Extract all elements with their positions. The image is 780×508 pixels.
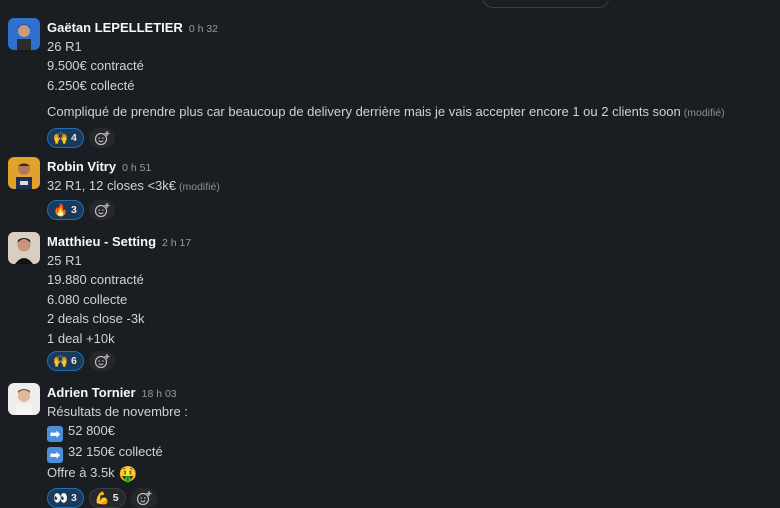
message-line: ➡ 52 800€ bbox=[47, 421, 767, 443]
message-line: 26 R1 bbox=[47, 39, 82, 54]
add-reaction-button[interactable] bbox=[88, 127, 115, 148]
message-line: Résultats de novembre : bbox=[47, 404, 188, 419]
add-reaction-button[interactable] bbox=[88, 351, 115, 372]
flexed-biceps-icon: 💪 bbox=[94, 490, 110, 505]
author-name[interactable]: Matthieu - Setting bbox=[47, 234, 156, 249]
raised-hands-icon: 🙌 bbox=[53, 130, 68, 145]
message-line: 1 deal +10k bbox=[47, 330, 115, 346]
avatar[interactable] bbox=[8, 232, 40, 264]
message-line: Offre à 3.5k 🤑 bbox=[47, 463, 767, 484]
message-line: 19.880 contracté bbox=[47, 272, 144, 288]
message-paragraph: Compliqué de prendre plus car beaucoup d… bbox=[47, 102, 767, 123]
add-emoji-icon bbox=[136, 490, 152, 505]
reaction-count: 5 bbox=[112, 491, 119, 504]
avatar[interactable] bbox=[8, 157, 40, 189]
add-emoji-icon bbox=[94, 130, 110, 145]
author-name[interactable]: Adrien Tornier bbox=[47, 385, 136, 400]
message-line: 6.250€ collecté bbox=[47, 77, 135, 93]
message-line: 2 deals close -3k bbox=[47, 311, 145, 327]
author-name[interactable]: Robin Vitry bbox=[47, 159, 116, 174]
jump-to-pill[interactable] bbox=[483, 0, 609, 8]
edited-label: (modifié) bbox=[683, 107, 725, 120]
line-text: 52 800€ bbox=[68, 423, 115, 439]
avatar[interactable] bbox=[8, 18, 40, 50]
raised-hands-icon: 🙌 bbox=[53, 354, 68, 369]
reaction-pill[interactable]: 🙌 4 bbox=[47, 127, 84, 148]
right-arrow-icon: ➡ bbox=[47, 426, 63, 443]
line-text: Offre à 3.5k bbox=[47, 465, 115, 481]
money-mouth-face-icon: 🤑 bbox=[118, 466, 138, 484]
add-emoji-icon bbox=[94, 354, 110, 369]
reaction-pill[interactable]: 👀 3 bbox=[47, 487, 84, 508]
message-line: 9.500€ contracté bbox=[47, 58, 144, 74]
add-emoji-icon bbox=[94, 203, 110, 218]
line-text: 32 R1, 12 closes <3k€ bbox=[47, 178, 176, 193]
add-reaction-button[interactable] bbox=[88, 200, 115, 221]
paragraph-text: Compliqué de prendre plus car beaucoup d… bbox=[47, 104, 681, 120]
reaction-pill[interactable]: 🙌 6 bbox=[47, 351, 84, 372]
add-reaction-button[interactable] bbox=[130, 487, 157, 508]
right-arrow-icon: ➡ bbox=[47, 447, 63, 464]
reaction-count: 3 bbox=[70, 204, 77, 217]
timestamp[interactable]: 0 h 32 bbox=[189, 23, 218, 35]
avatar[interactable] bbox=[8, 383, 40, 415]
reaction-pill[interactable]: 💪 5 bbox=[88, 487, 126, 508]
author-name[interactable]: Gaëtan LEPELLETIER bbox=[47, 20, 183, 35]
message-line: 6.080 collecte bbox=[47, 291, 128, 307]
timestamp[interactable]: 2 h 17 bbox=[162, 237, 191, 249]
edited-label: (modifié) bbox=[179, 181, 220, 193]
fire-icon: 🔥 bbox=[53, 203, 68, 218]
message-line: 32 R1, 12 closes <3k€ (modifié) bbox=[47, 176, 767, 197]
message-line: ➡ 32 150€ collecté bbox=[47, 442, 767, 464]
timestamp[interactable]: 0 h 51 bbox=[122, 162, 151, 174]
timestamp[interactable]: 18 h 03 bbox=[142, 388, 177, 400]
eyes-icon: 👀 bbox=[53, 490, 68, 505]
reaction-count: 3 bbox=[70, 491, 77, 504]
line-text: 32 150€ collecté bbox=[68, 444, 163, 460]
reaction-count: 6 bbox=[70, 355, 77, 368]
reaction-count: 4 bbox=[70, 131, 77, 144]
message-line: 25 R1 bbox=[47, 253, 82, 268]
reaction-pill[interactable]: 🔥 3 bbox=[47, 200, 84, 221]
